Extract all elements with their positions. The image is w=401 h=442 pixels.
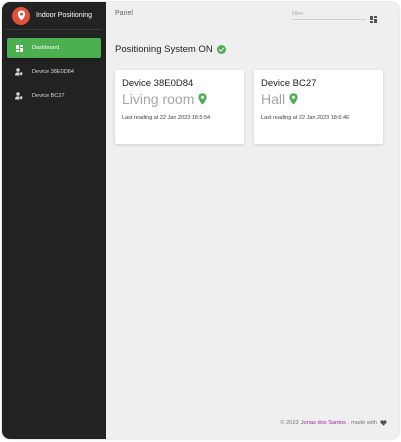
- person-location-icon: [15, 68, 23, 76]
- author-link[interactable]: Jonas dos Santos: [301, 420, 346, 426]
- sidebar-item-device-bc27[interactable]: Device BC27: [7, 86, 101, 106]
- footer: © 2023 Jonas dos Santos , made with: [280, 420, 387, 426]
- app-window: Indoor Positioning Dashboard Device 38E0…: [2, 2, 399, 439]
- device-location: Living room: [122, 91, 237, 107]
- check-circle-icon: [216, 45, 226, 54]
- sidebar-item-label: Device 38E0D84: [32, 69, 74, 75]
- main-content: Panel Positioning System ON Device 38E0D…: [106, 2, 399, 439]
- top-bar: Panel: [106, 2, 399, 26]
- dashboard-icon: [15, 44, 23, 52]
- device-card[interactable]: Device 38E0D84 Living room Last reading …: [115, 70, 244, 144]
- device-name: Device 38E0D84: [122, 78, 194, 89]
- device-card[interactable]: Device BC27 Hall Last reading at 22 Jan …: [254, 70, 383, 144]
- device-name: Device BC27: [261, 78, 317, 89]
- sidebar-nav: Dashboard Device 38E0D84 Device BC27: [2, 38, 106, 106]
- made-with-text: , made with: [347, 420, 377, 426]
- sidebar-item-label: Dashboard: [32, 45, 60, 51]
- app-title: Indoor Positioning: [36, 12, 93, 19]
- map-pin-icon: [12, 6, 30, 25]
- location-text: Hall: [261, 91, 286, 107]
- last-reading: Last reading at 22 Jan 2023 18:5:54: [122, 115, 211, 121]
- status-text: Positioning System ON: [115, 44, 213, 55]
- apps-grid-icon[interactable]: [370, 10, 378, 23]
- location-text: Living room: [122, 91, 195, 107]
- device-location: Hall: [261, 91, 376, 107]
- location-pin-icon: [289, 93, 298, 105]
- page-title: Panel: [115, 10, 133, 17]
- person-location-icon: [15, 92, 23, 100]
- brand[interactable]: Indoor Positioning: [6, 2, 102, 30]
- last-reading: Last reading at 22 Jan 2023 18:6:46: [261, 115, 350, 121]
- location-pin-icon: [198, 93, 207, 105]
- sidebar-item-device-38e0d84[interactable]: Device 38E0D84: [7, 62, 101, 82]
- sidebar: Indoor Positioning Dashboard Device 38E0…: [2, 2, 106, 439]
- system-status: Positioning System ON: [115, 44, 226, 55]
- filter-input[interactable]: [292, 8, 366, 20]
- sidebar-item-label: Device BC27: [32, 93, 65, 99]
- copyright-text: © 2023: [280, 420, 299, 426]
- sidebar-item-dashboard[interactable]: Dashboard: [7, 38, 101, 58]
- heart-icon: [380, 420, 387, 426]
